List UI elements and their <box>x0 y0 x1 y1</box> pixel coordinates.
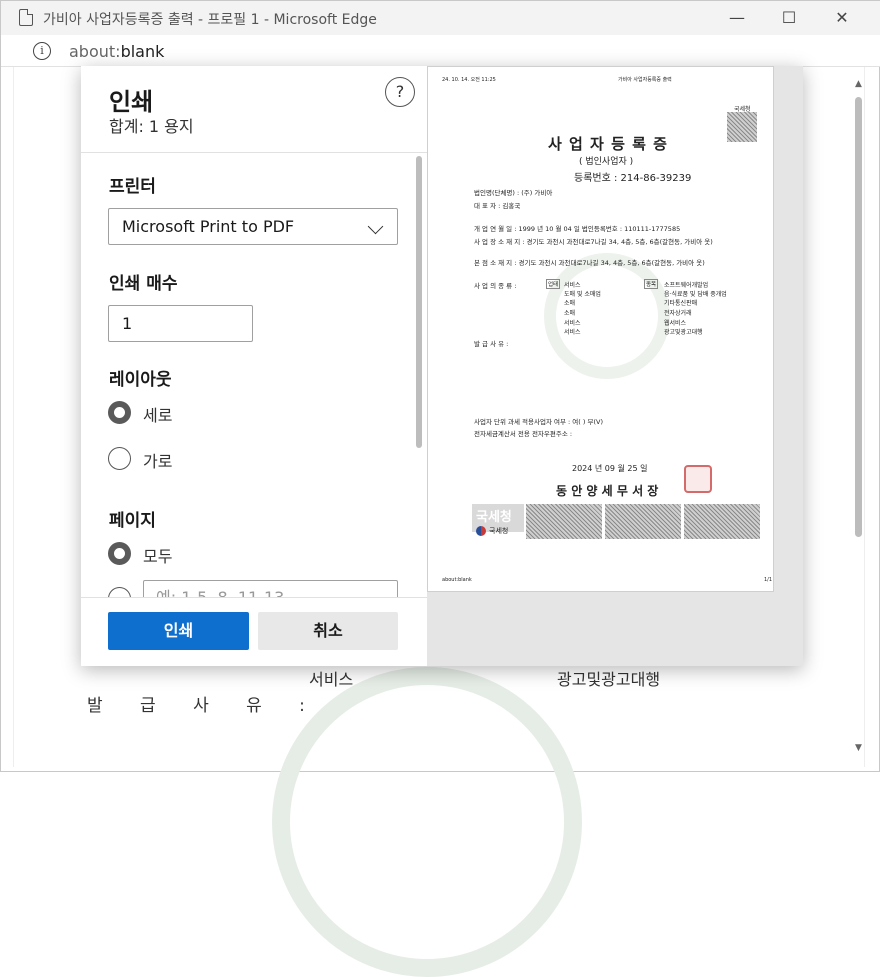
print-header-date: 24. 10. 14. 오전 11:25 <box>442 77 496 83</box>
window-title: 가비아 사업자등록증 출력 - 프로필 1 - Microsoft Edge <box>43 12 377 28</box>
print-header-title: 가비아 사업자등록증 출력 <box>618 77 672 83</box>
nts-logo-text: 국세청 <box>476 510 512 525</box>
title-bar: 가비아 사업자등록증 출력 - 프로필 1 - Microsoft Edge —… <box>1 1 880 35</box>
cancel-button[interactable]: 취소 <box>258 612 398 650</box>
print-button[interactable]: 인쇄 <box>108 612 249 650</box>
printer-value: Microsoft Print to PDF <box>122 217 295 236</box>
pages-label: 페이지 <box>109 511 156 531</box>
biz-right: 음·식료품 및 담배 중개업 <box>664 291 727 298</box>
close-button[interactable]: ✕ <box>822 5 862 31</box>
tax-line: 전자세금계산서 전용 전자우편주소 : <box>474 430 573 438</box>
address-bar[interactable]: i about:blank <box>1 35 880 67</box>
barcode <box>684 504 760 539</box>
background-cell: 서비스 <box>309 670 354 689</box>
dialog-footer: 인쇄 취소 <box>81 597 427 666</box>
reason-label: 발 급 사 유 : <box>474 340 509 348</box>
layout-landscape-label[interactable]: 가로 <box>143 448 172 472</box>
biz-left: 서비스 <box>564 329 581 336</box>
official-stamp <box>684 465 712 493</box>
barcode <box>605 504 681 539</box>
layout-label: 레이아웃 <box>109 370 172 390</box>
biz-type-label: 사 업 의 종 류 : <box>474 282 517 290</box>
nts-emblem-icon <box>476 526 486 536</box>
pages-all-label[interactable]: 모두 <box>143 543 172 567</box>
barcode <box>526 504 602 539</box>
biz-left: 서비스 <box>564 320 581 327</box>
print-settings-panel: 인쇄 합계: 1 용지 ? 프린터 Microsoft Print to PDF… <box>81 66 427 666</box>
background-cell: 광고및광고대행 <box>557 670 661 689</box>
scrollbar-thumb[interactable] <box>855 97 862 537</box>
settings-scrollbar[interactable] <box>415 154 423 594</box>
biz-right: 광고및광고대행 <box>664 329 703 336</box>
scroll-down-icon[interactable]: ▼ <box>855 743 862 753</box>
biz-left: 도매 및 소매업 <box>564 291 601 298</box>
biz-right: 소프트웨어개발업 <box>664 282 709 289</box>
layout-portrait-label[interactable]: 세로 <box>143 402 172 426</box>
office-name: 동 안 양 세 무 서 장 <box>556 484 659 498</box>
scrollbar-thumb[interactable] <box>416 156 422 448</box>
print-footer-url: about:blank <box>442 577 472 583</box>
help-icon[interactable]: ? <box>385 77 415 107</box>
document-icon <box>19 9 33 26</box>
browser-window: 가비아 사업자등록증 출력 - 프로필 1 - Microsoft Edge —… <box>0 0 880 977</box>
scroll-up-icon[interactable]: ▲ <box>855 79 862 89</box>
printer-label: 프린터 <box>109 177 156 197</box>
print-footer-page: 1/1 <box>764 577 773 583</box>
doc-row: 본 점 소 재 지 : 경기도 과천시 과천대로7나길 34, 4층, 5층, … <box>474 259 705 267</box>
biz-left: 소매 <box>564 300 576 307</box>
biz-tag-item: 종목 <box>644 279 659 289</box>
divider <box>81 152 427 153</box>
minimize-button[interactable]: — <box>717 5 757 31</box>
biz-left: 서비스 <box>564 282 581 289</box>
nts-logo-label: 국세청 <box>489 527 509 535</box>
biz-right: 기타통신판매 <box>664 300 698 307</box>
preview-page: 24. 10. 14. 오전 11:25 가비아 사업자등록증 출력 국세청 사… <box>427 66 774 592</box>
copies-input[interactable]: 1 <box>108 305 253 342</box>
tax-line: 사업자 단위 과세 적용사업자 여부 : 여( ) 부(V) <box>474 418 603 426</box>
layout-landscape-radio[interactable] <box>108 447 131 470</box>
printer-select[interactable]: Microsoft Print to PDF <box>108 208 398 245</box>
preview-pane: 24. 10. 14. 오전 11:25 가비아 사업자등록증 출력 국세청 사… <box>427 66 803 666</box>
chevron-down-icon <box>367 218 384 235</box>
page-scrollbar[interactable]: ▲ ▼ <box>851 69 869 759</box>
biz-left: 소매 <box>564 310 576 317</box>
doc-row: 개 업 연 월 일 : 1999 년 10 월 04 일 법인등록번호 : 11… <box>474 225 681 233</box>
biz-tag-type: 업태 <box>546 279 561 289</box>
seal-watermark <box>544 253 670 379</box>
qr-code <box>727 112 757 142</box>
doc-subtitle: ( 법인사업자 ) <box>579 157 634 167</box>
dialog-title: 인쇄 <box>109 88 154 116</box>
biz-right: 전자상거래 <box>664 310 692 317</box>
doc-title: 사 업 자 등 록 증 <box>548 135 668 153</box>
doc-row: 대 표 자 : 김홍국 <box>474 202 521 210</box>
issue-date: 2024 년 09 월 25 일 <box>572 464 648 473</box>
doc-row: 사 업 장 소 재 지 : 경기도 과천시 과천대로7나길 34, 4층, 5층… <box>474 238 713 246</box>
site-info-icon[interactable]: i <box>33 42 51 60</box>
layout-portrait-radio[interactable] <box>108 401 131 424</box>
copies-label: 인쇄 매수 <box>109 274 178 294</box>
pages-all-radio[interactable] <box>108 542 131 565</box>
biz-right: 웹서비스 <box>664 320 687 327</box>
registration-number: 등록번호 : 214-86-39239 <box>574 173 692 184</box>
sheet-count: 합계: 1 용지 <box>109 117 194 136</box>
print-dialog: 인쇄 합계: 1 용지 ? 프린터 Microsoft Print to PDF… <box>81 66 803 666</box>
maximize-button[interactable]: ☐ <box>769 5 809 31</box>
background-reason-label: 발 급 사 유 : <box>87 696 321 716</box>
doc-row: 법인명(단체명) : (주) 가비아 <box>474 189 553 197</box>
url-text[interactable]: about:blank <box>69 42 164 61</box>
